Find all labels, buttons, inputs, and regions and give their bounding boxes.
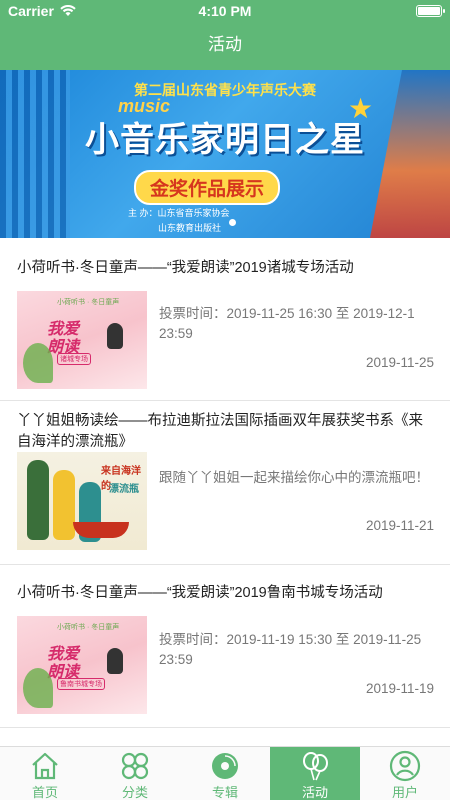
banner-carousel[interactable]: 第二届山东省青少年声乐大赛 music 小音乐家明日之星 ★ 金奖作品展示 主 … xyxy=(0,70,450,238)
activity-icon xyxy=(303,752,328,781)
tab-category[interactable]: 分类 xyxy=(90,747,180,800)
activity-vote-time: 投票时间：2019-11-19 15:30 至 2019-11-25 23:59 xyxy=(159,632,422,667)
tab-label: 专辑 xyxy=(211,785,238,800)
tab-home[interactable]: 首页 xyxy=(0,747,90,800)
banner-host-line: 主 办：山东省音乐家协会 xyxy=(128,208,230,218)
tab-label: 首页 xyxy=(31,785,58,800)
thumb-tag: 诸城专场 xyxy=(57,353,91,365)
activity-title[interactable]: 小荷听书·冬日童声——“我爱朗读”2019诸城专场活动 xyxy=(17,258,436,279)
bottle-icon xyxy=(27,460,49,540)
banner-top-line: 第二届山东省青少年声乐大赛 xyxy=(134,82,316,98)
list-item[interactable]: 小荷听书·冬日童声——“我爱朗读”2019鲁南书城专场活动 小荷听书 · 冬日童… xyxy=(0,565,450,728)
home-icon xyxy=(32,752,58,780)
clock: 4:10 PM xyxy=(198,3,252,19)
album-icon xyxy=(212,753,238,779)
tab-bar: 首页 分类 专辑 活动 用户 xyxy=(0,746,450,800)
tab-label: 用户 xyxy=(391,785,418,800)
list-item[interactable]: 丫丫姐姐畅读绘——布拉迪斯拉法国际插画双年展获奖书系《来自海洋的漂流瓶》 来自海… xyxy=(0,401,450,565)
category-icon xyxy=(121,752,149,780)
leaf-icon xyxy=(23,668,53,708)
battery-icon xyxy=(416,5,445,17)
status-bar: Carrier 4:10 PM xyxy=(0,0,450,22)
thumb-tag: 鲁南书城专场 xyxy=(57,678,105,690)
star-icon: ★ xyxy=(348,93,374,124)
tab-activity[interactable]: 活动 xyxy=(270,747,360,800)
banner-host-line: 山东教育出版社 xyxy=(158,223,222,233)
activity-date: 2019-11-21 xyxy=(365,518,434,533)
thumb-small-text: 小荷听书 · 冬日童声 xyxy=(57,624,120,631)
user-icon xyxy=(389,750,421,782)
banner-main-title: 小音乐家明日之星 xyxy=(85,121,365,159)
activity-title[interactable]: 丫丫姐姐畅读绘——布拉迪斯拉法国际插画双年展获奖书系《来自海洋的漂流瓶》 xyxy=(17,411,436,453)
activity-date: 2019-11-19 xyxy=(365,681,434,696)
activity-thumbnail[interactable]: 小荷听书 · 冬日童声 我爱 朗读 诸城专场 xyxy=(17,291,147,389)
activity-description: 跟随丫丫姐姐一起来描绘你心中的漂流瓶吧！ xyxy=(159,470,429,485)
bottle-icon xyxy=(53,470,75,540)
microphone-icon xyxy=(107,648,123,674)
thumb-title-line: 漂流瓶 xyxy=(109,484,139,495)
list-item[interactable]: 小荷听书·冬日童声——“我爱朗读”2019诸城专场活动 小荷听书 · 冬日童声 … xyxy=(0,238,450,401)
microphone-icon xyxy=(107,323,123,349)
activity-title[interactable]: 小荷听书·冬日童声——“我爱朗读”2019鲁南书城专场活动 xyxy=(17,583,436,604)
thumb-small-text: 小荷听书 · 冬日童声 xyxy=(57,299,120,306)
tab-album[interactable]: 专辑 xyxy=(180,747,270,800)
boat-icon xyxy=(73,522,129,538)
tab-label: 分类 xyxy=(121,785,148,800)
carousel-page-dot[interactable] xyxy=(229,219,236,226)
tab-label: 活动 xyxy=(301,785,328,800)
page-title: 活动 xyxy=(0,22,450,70)
tab-user[interactable]: 用户 xyxy=(360,747,450,800)
banner-pill: 金奖作品展示 xyxy=(134,170,281,205)
activity-date: 2019-11-25 xyxy=(365,355,434,370)
activity-vote-time: 投票时间：2019-11-25 16:30 至 2019-12-1 23:59 xyxy=(159,306,415,341)
activity-thumbnail[interactable]: 小荷听书 · 冬日童声 我爱 朗读 鲁南书城专场 xyxy=(17,616,147,714)
activity-thumbnail[interactable]: 来自海洋的 漂流瓶 xyxy=(17,452,147,550)
leaf-icon xyxy=(23,343,53,383)
